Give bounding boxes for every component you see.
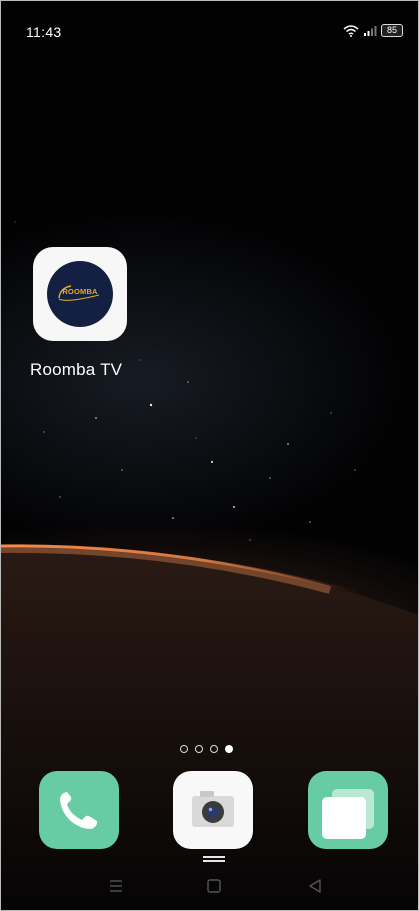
multitask-app-icon[interactable]	[308, 771, 388, 849]
page-dot-active[interactable]	[225, 745, 233, 753]
back-icon[interactable]	[305, 876, 325, 896]
home-screen: 11:43 85 ROOMBA Roomba TV	[0, 0, 419, 911]
camera-icon	[192, 791, 234, 827]
signal-icon	[364, 25, 377, 36]
phone-icon	[60, 792, 97, 829]
roomba-tv-icon[interactable]: ROOMBA	[33, 247, 127, 341]
wifi-icon	[343, 24, 359, 37]
roomba-logo-circle: ROOMBA	[47, 261, 113, 327]
app-drawer-handle-icon[interactable]	[203, 856, 225, 862]
page-dot[interactable]	[180, 745, 188, 753]
status-bar: 11:43 85	[0, 0, 419, 60]
status-time: 11:43	[26, 24, 62, 40]
camera-app-icon[interactable]	[173, 771, 253, 849]
status-icons: 85	[343, 24, 403, 37]
roomba-logo-text: ROOMBA	[62, 287, 98, 296]
phone-app-icon[interactable]	[39, 771, 119, 849]
page-indicator[interactable]	[180, 745, 233, 753]
page-dot[interactable]	[195, 745, 203, 753]
battery-icon: 85	[381, 24, 403, 37]
app-label-roomba-tv[interactable]: Roomba TV	[30, 360, 122, 380]
menu-icon[interactable]	[106, 876, 126, 896]
page-dot[interactable]	[210, 745, 218, 753]
recent-apps-icon	[322, 789, 374, 839]
home-icon[interactable]	[204, 876, 224, 896]
